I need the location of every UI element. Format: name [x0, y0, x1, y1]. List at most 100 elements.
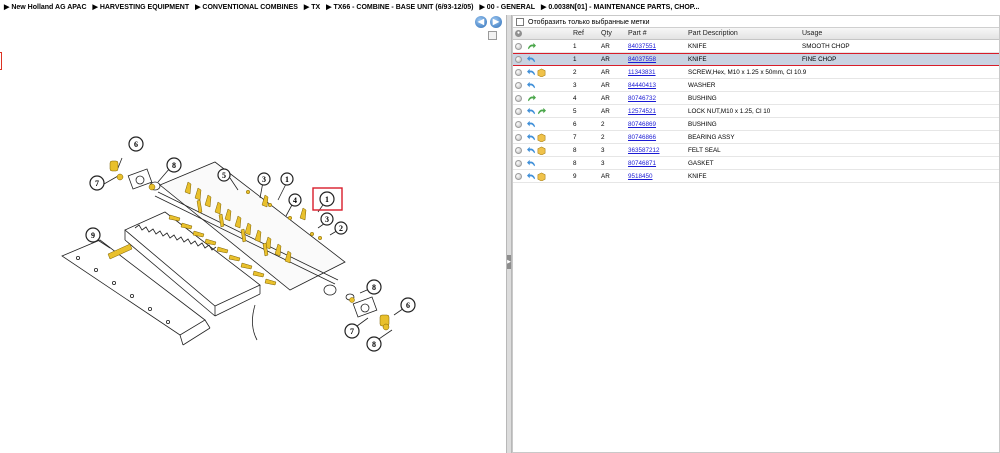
callout-badge[interactable]: 7	[344, 323, 360, 339]
cell-description: KNIFE	[688, 43, 707, 50]
row-select-radio[interactable]	[515, 160, 522, 167]
callout-badge[interactable]: 8	[366, 279, 382, 295]
callout-label: 8	[372, 283, 376, 292]
callout-badge[interactable]: 2	[334, 221, 348, 235]
callout-label: 5	[222, 171, 226, 180]
callout-badge[interactable]: 8	[166, 157, 182, 173]
cell-description: SCREW,Hex, M10 x 1.25 x 50mm, Cl 10.9	[688, 69, 807, 76]
callout-label: 2	[339, 224, 343, 233]
row-select-radio[interactable]	[515, 69, 522, 76]
part-number-link[interactable]: 80746866	[628, 134, 656, 141]
cell-qty: 3	[601, 147, 605, 154]
breadcrumb-item[interactable]: ▶ 00 - GENERAL	[479, 4, 535, 11]
row-select-radio[interactable]	[515, 82, 522, 89]
back-arrow-icon[interactable]: ◀	[475, 16, 487, 28]
breadcrumb-item[interactable]: ▶ 0.0038N[01] - MAINTENANCE PARTS, CHOP.…	[541, 4, 699, 11]
cell-qty: AR	[601, 69, 610, 76]
part-number-link[interactable]: 12574521	[628, 108, 656, 115]
callout-badge[interactable]: 1	[319, 191, 335, 207]
cell-description: GASKET	[688, 160, 714, 167]
row-select-radio[interactable]	[515, 95, 522, 102]
part-number-link[interactable]: 80746732	[628, 95, 656, 102]
cell-description: FELT SEAL	[688, 147, 721, 154]
part-number-link[interactable]: 84037551	[628, 43, 656, 50]
part-number-link[interactable]: 80746869	[628, 121, 656, 128]
cell-qty: 2	[601, 134, 605, 141]
callout-badge[interactable]: 4	[288, 193, 302, 207]
table-row[interactable]: 8 3 80746871 GASKET	[512, 157, 1000, 170]
row-select-radio[interactable]	[515, 43, 522, 50]
blue-arrow-icon	[527, 68, 536, 77]
breadcrumb-item[interactable]: ▶ New Holland AG APAC	[4, 4, 87, 11]
column-header-part[interactable]: Part #	[628, 30, 647, 37]
callout-label: 4	[293, 196, 297, 205]
part-number-link[interactable]: 84037558	[628, 56, 656, 63]
table-row[interactable]: 6 2 80746869 BUSHING	[512, 118, 1000, 131]
cell-ref: 9	[573, 173, 577, 180]
cell-qty: AR	[601, 95, 610, 102]
parts-diagram: 1 1 2 3 3 4 5 6 6 7 7 8 8 8 9	[0, 28, 506, 453]
part-number-link[interactable]: 11343831	[628, 69, 656, 76]
callout-label: 8	[172, 161, 176, 170]
part-number-link[interactable]: 80746871	[628, 160, 656, 167]
cell-qty: AR	[601, 108, 610, 115]
green-arrow-icon	[537, 107, 546, 116]
callout-badge[interactable]: 3	[257, 172, 271, 186]
column-header-usage[interactable]: Usage	[802, 30, 822, 37]
column-header-qty[interactable]: Qty	[601, 30, 612, 37]
callout-badge[interactable]: 7	[89, 175, 105, 191]
cell-usage: SMOOTH CHOP	[802, 43, 850, 50]
callout-badge[interactable]: 9	[85, 227, 101, 243]
row-select-radio[interactable]	[515, 56, 522, 63]
filter-bar: Отобразить только выбранные метки	[512, 15, 1000, 28]
row-select-radio[interactable]	[515, 134, 522, 141]
column-header-description[interactable]: Part Description	[688, 30, 738, 37]
box-icon	[537, 172, 546, 182]
blue-arrow-icon	[527, 81, 536, 90]
breadcrumb-item[interactable]: ▶ HARVESTING EQUIPMENT	[92, 4, 189, 11]
cell-qty: 2	[601, 121, 605, 128]
callout-badge[interactable]: 8	[366, 336, 382, 352]
cell-ref: 2	[573, 69, 577, 76]
breadcrumb-item[interactable]: ▶ TX66 - COMBINE - BASE UNIT (6/93-12/05…	[326, 4, 473, 11]
table-row[interactable]: 7 2 80746866 BEARING ASSY	[512, 131, 1000, 144]
table-row[interactable]: 8 3 363587212 FELT SEAL	[512, 144, 1000, 157]
callout-badge[interactable]: 6	[128, 136, 144, 152]
callout-label: 8	[372, 340, 376, 349]
show-selected-checkbox[interactable]	[516, 18, 524, 26]
callout-badge[interactable]: 5	[217, 168, 231, 182]
callout-badge[interactable]: 3	[320, 212, 334, 226]
breadcrumb-item[interactable]: ▶ CONVENTIONAL COMBINES	[195, 4, 298, 11]
breadcrumb-item[interactable]: ▶ TX	[304, 4, 320, 11]
part-number-link[interactable]: 363587212	[628, 147, 660, 154]
table-row[interactable]: 1 AR 84037558 KNIFE FINE CHOP	[512, 53, 1000, 66]
table-row[interactable]: 9 AR 9518450 KNIFE	[512, 170, 1000, 183]
settings-icon[interactable]: ●	[515, 30, 522, 37]
table-row[interactable]: 1 AR 84037551 KNIFE SMOOTH CHOP	[512, 40, 1000, 53]
part-number-link[interactable]: 9518450	[628, 173, 653, 180]
row-select-radio[interactable]	[515, 121, 522, 128]
collapse-arrow-icon[interactable]: ▶	[507, 255, 511, 269]
blue-arrow-icon	[527, 172, 536, 181]
row-select-radio[interactable]	[515, 173, 522, 180]
forward-arrow-icon[interactable]: ▶	[490, 16, 502, 28]
table-row[interactable]: 2 AR 11343831 SCREW,Hex, M10 x 1.25 x 50mm,…	[512, 66, 1000, 79]
cell-ref: 7	[573, 134, 577, 141]
blue-arrow-icon	[527, 55, 536, 64]
cell-usage: FINE CHOP	[802, 56, 837, 63]
blue-arrow-icon	[527, 146, 536, 155]
box-icon	[537, 68, 546, 78]
callout-label: 1	[325, 195, 329, 204]
cell-qty: AR	[601, 43, 610, 50]
table-row[interactable]: 4 AR 80746732 BUSHING	[512, 92, 1000, 105]
callout-badge[interactable]: 6	[400, 297, 416, 313]
row-select-radio[interactable]	[515, 108, 522, 115]
cell-ref: 5	[573, 108, 577, 115]
part-number-link[interactable]: 84440413	[628, 82, 656, 89]
column-header-ref[interactable]: Ref	[573, 30, 584, 37]
cell-qty: 3	[601, 160, 605, 167]
callout-badge[interactable]: 1	[280, 172, 294, 186]
table-row[interactable]: 5 AR 12574521 LOCK NUT,M10 x 1.25, Cl 10	[512, 105, 1000, 118]
table-row[interactable]: 3 AR 84440413 WASHER	[512, 79, 1000, 92]
row-select-radio[interactable]	[515, 147, 522, 154]
